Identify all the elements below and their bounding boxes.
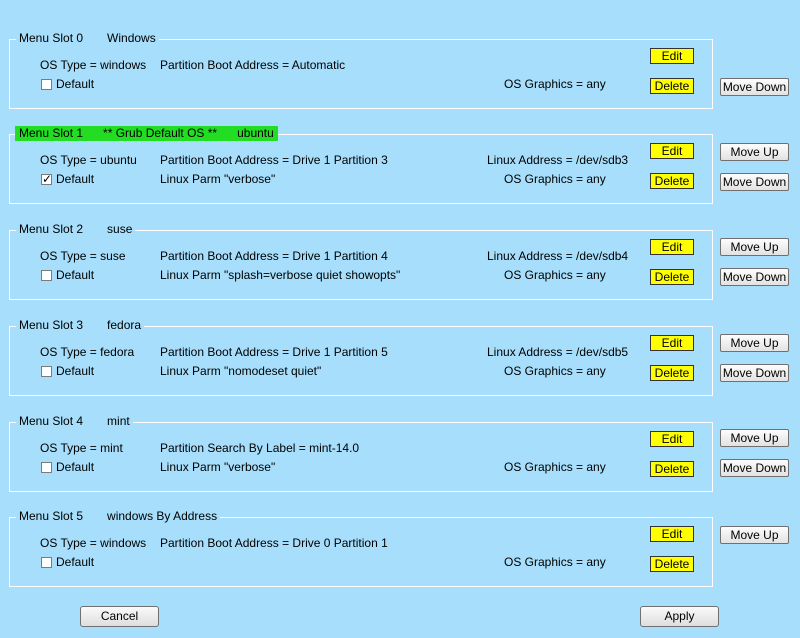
slot-legend: Menu Slot 3 fedora [16, 318, 145, 333]
slot-os-name: Windows [107, 31, 156, 45]
slot-legend: Menu Slot 4 mint [16, 414, 133, 429]
slot-os-name: mint [107, 414, 130, 428]
slot-legend: Menu Slot 0 Windows [16, 31, 159, 46]
edit-button[interactable]: Edit [650, 143, 694, 159]
os-type: OS Type = fedora [40, 345, 135, 359]
move-down-button-slot-3[interactable]: Move Down [720, 364, 789, 382]
os-graphics: OS Graphics = any [504, 77, 606, 91]
apply-button[interactable]: Apply [640, 606, 719, 627]
os-graphics: OS Graphics = any [504, 460, 606, 474]
os-type: OS Type = mint [40, 441, 123, 455]
delete-button[interactable]: Delete [650, 365, 694, 381]
os-type: OS Type = windows [40, 58, 147, 72]
move-down-button-slot-0[interactable]: Move Down [720, 78, 789, 96]
slot-number: Menu Slot 1 [19, 126, 84, 140]
move-up-button-slot-3[interactable]: Move Up [720, 334, 789, 352]
os-graphics: OS Graphics = any [504, 172, 606, 186]
boot-address: Partition Boot Address = Drive 0 Partiti… [160, 536, 388, 550]
menu-slot-3: Menu Slot 3 fedora OS Type = fedora Parti… [9, 318, 713, 396]
boot-address: Partition Boot Address = Drive 1 Partiti… [160, 345, 388, 359]
move-up-button-slot-4[interactable]: Move Up [720, 429, 789, 447]
cancel-button[interactable]: Cancel [80, 606, 159, 627]
boot-address: Partition Boot Address = Drive 1 Partiti… [160, 249, 388, 263]
linux-address: Linux Address = /dev/sdb4 [487, 249, 629, 263]
default-label: Default [56, 555, 95, 569]
default-checkbox[interactable] [41, 270, 52, 281]
edit-button[interactable]: Edit [650, 526, 694, 542]
delete-button[interactable]: Delete [650, 173, 694, 189]
os-graphics: OS Graphics = any [504, 555, 606, 569]
slot-number: Menu Slot 3 [19, 318, 84, 332]
delete-button[interactable]: Delete [650, 269, 694, 285]
os-type: OS Type = windows [40, 536, 147, 550]
default-checkbox[interactable] [41, 172, 52, 186]
default-checkbox[interactable] [41, 462, 52, 473]
boot-address: Partition Boot Address = Automatic [160, 58, 346, 72]
default-checkbox[interactable] [41, 557, 52, 568]
slot-number: Menu Slot 2 [19, 222, 84, 236]
linux-parm: Linux Parm "nomodeset quiet" [160, 364, 322, 378]
edit-button[interactable]: Edit [650, 48, 694, 64]
menu-slot-4: Menu Slot 4 mint OS Type = mint Partition… [9, 414, 713, 492]
default-label: Default [56, 364, 95, 378]
slot-number: Menu Slot 5 [19, 509, 84, 523]
slot-os-name: fedora [107, 318, 142, 332]
slot-legend: Menu Slot 5 windows By Address [16, 509, 221, 524]
default-label: Default [56, 172, 95, 186]
default-checkbox[interactable] [41, 366, 52, 377]
delete-button[interactable]: Delete [650, 461, 694, 477]
slot-legend: Menu Slot 2 suse [16, 222, 136, 237]
delete-button[interactable]: Delete [650, 556, 694, 572]
os-graphics: OS Graphics = any [504, 364, 606, 378]
linux-address: Linux Address = /dev/sdb3 [487, 153, 629, 167]
linux-parm: Linux Parm "verbose" [160, 460, 276, 474]
linux-parm: Linux Parm "splash=verbose quiet showopt… [160, 268, 401, 282]
move-up-button-slot-2[interactable]: Move Up [720, 238, 789, 256]
move-down-button-slot-4[interactable]: Move Down [720, 459, 789, 477]
slot-number: Menu Slot 4 [19, 414, 84, 428]
boot-address: Partition Search By Label = mint-14.0 [160, 441, 360, 455]
slot-legend-default: Menu Slot 1 ** Grub Default OS ** ubuntu [15, 126, 278, 141]
move-down-button-slot-1[interactable]: Move Down [720, 173, 789, 191]
delete-button[interactable]: Delete [650, 78, 694, 94]
menu-slot-5: Menu Slot 5 windows By Address OS Type = … [9, 509, 713, 587]
default-label: Default [56, 460, 95, 474]
os-type: OS Type = ubuntu [40, 153, 137, 167]
slot-os-name: suse [107, 222, 133, 236]
move-up-button-slot-1[interactable]: Move Up [720, 143, 789, 161]
edit-button[interactable]: Edit [650, 335, 694, 351]
boot-address: Partition Boot Address = Drive 1 Partiti… [160, 153, 388, 167]
menu-slot-2: Menu Slot 2 suse OS Type = suse Partition… [9, 222, 713, 300]
default-label: Default [56, 268, 95, 282]
slot-os-name: ubuntu [237, 126, 274, 140]
slot-number: Menu Slot 0 [19, 31, 84, 45]
linux-address: Linux Address = /dev/sdb5 [487, 345, 629, 359]
os-type: OS Type = suse [40, 249, 126, 263]
slot-os-name: windows By Address [107, 509, 218, 523]
linux-parm: Linux Parm "verbose" [160, 172, 276, 186]
menu-slot-1: Menu Slot 1 ** Grub Default OS ** ubuntu O… [9, 126, 713, 204]
os-graphics: OS Graphics = any [504, 268, 606, 282]
grub-default-tag: ** Grub Default OS ** [103, 126, 218, 140]
move-up-button-slot-5[interactable]: Move Up [720, 526, 789, 544]
move-down-button-slot-2[interactable]: Move Down [720, 268, 789, 286]
menu-slot-0: Menu Slot 0 Windows OS Type = windows Par… [9, 31, 713, 109]
default-label: Default [56, 77, 95, 91]
edit-button[interactable]: Edit [650, 239, 694, 255]
edit-button[interactable]: Edit [650, 431, 694, 447]
default-checkbox[interactable] [41, 79, 52, 90]
